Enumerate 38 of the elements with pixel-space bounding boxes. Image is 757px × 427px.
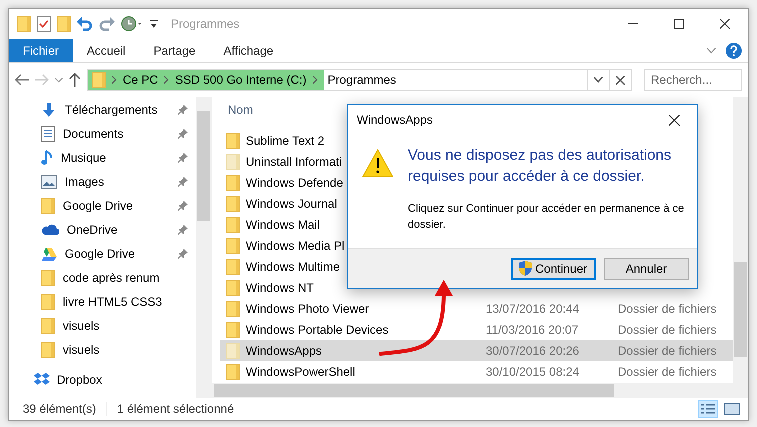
sidebar-label: visuels: [63, 343, 101, 357]
sidebar-label: Dropbox: [57, 373, 104, 387]
sidebar-label: Documents: [63, 127, 125, 141]
dialog-heading: Vous ne disposez pas des autorisations requises pour accéder à ce dossier.: [408, 146, 673, 187]
sidebar-label: Téléchargements: [65, 103, 159, 117]
item-count: 39 élément(s): [23, 402, 108, 416]
file-name: Windows Portable Devices: [246, 322, 389, 336]
file-name: Sublime Text 2: [246, 134, 324, 148]
file-name: Windows Photo Viewer: [246, 302, 370, 316]
window-title: Programmes: [171, 17, 240, 31]
selection-status: 1 élément sélectionné: [117, 402, 234, 416]
sidebar-label: code après renum: [63, 271, 161, 285]
file-name: Windows Journal: [246, 196, 338, 210]
sidebar-label: OneDrive: [67, 223, 119, 237]
file-date: 30/07/2016 20:26: [486, 344, 580, 358]
file-date: 11/03/2016 20:07: [486, 322, 580, 336]
file-name: Windows NT: [246, 280, 314, 294]
file-type: Dossier de fichiers: [618, 364, 717, 378]
sidebar-label: Images: [65, 175, 106, 189]
sidebar-label: Google Drive: [65, 247, 136, 261]
file-type: Dossier de fichiers: [618, 302, 717, 316]
file-name: WindowsApps: [246, 344, 322, 358]
sidebar-label: visuels: [63, 319, 101, 333]
sidebar-label: Google Drive: [63, 199, 134, 213]
sidebar-label: Musique: [61, 151, 108, 165]
file-name: Windows Media Pl: [246, 238, 345, 252]
file-type: Dossier de fichiers: [618, 344, 717, 358]
dialog-message: Cliquez sur Continuer pour accéder en permanence à ce dossier.: [408, 202, 686, 233]
sidebar-label: livre HTML5 CSS3: [63, 295, 164, 309]
file-type: Dossier de fichiers: [618, 322, 717, 336]
file-name: Uninstall Informati: [246, 154, 342, 168]
file-date: 30/10/2015 08:24: [486, 364, 580, 378]
file-name: Windows Defende: [246, 176, 344, 190]
file-name: Windows Mail: [246, 218, 320, 232]
file-date: 13/07/2016 20:44: [486, 302, 580, 316]
file-name: WindowsPowerShell: [246, 364, 356, 378]
dialog-title: WindowsApps: [357, 113, 434, 127]
file-name: Windows Multime: [246, 260, 340, 274]
